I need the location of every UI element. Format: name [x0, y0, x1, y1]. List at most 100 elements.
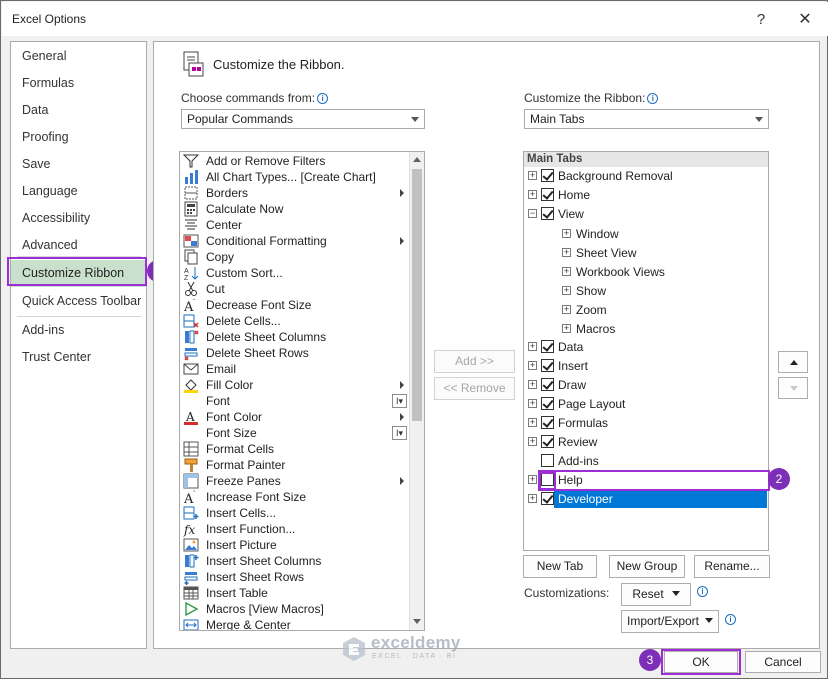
command-item[interactable]: Insert Table: [180, 585, 409, 601]
tab-checkbox[interactable]: [541, 207, 554, 220]
expand-icon[interactable]: +: [528, 361, 537, 370]
nav-item-general[interactable]: General: [11, 43, 146, 70]
command-item[interactable]: Merge & Center: [180, 617, 409, 630]
tree-item-home[interactable]: + Home: [524, 186, 768, 205]
nav-item-quick-access-toolbar[interactable]: Quick Access Toolbar: [11, 288, 146, 315]
commands-scrollbar[interactable]: [409, 152, 424, 630]
tree-item-developer[interactable]: + Developer: [524, 490, 768, 509]
tab-checkbox[interactable]: [541, 416, 554, 429]
command-item[interactable]: A ˆ Increase Font Size: [180, 489, 409, 505]
scroll-down-icon[interactable]: [413, 619, 421, 624]
tab-checkbox[interactable]: [541, 378, 554, 391]
expand-icon[interactable]: +: [528, 418, 537, 427]
new-group-button[interactable]: New Group: [609, 555, 685, 578]
command-item[interactable]: Fill Color: [180, 377, 409, 393]
nav-item-language[interactable]: Language: [11, 178, 146, 205]
expand-icon[interactable]: +: [528, 171, 537, 180]
expand-icon[interactable]: +: [528, 475, 537, 484]
info-icon[interactable]: i: [725, 614, 736, 625]
command-item[interactable]: A Font Color: [180, 409, 409, 425]
command-item[interactable]: Email: [180, 361, 409, 377]
tab-checkbox[interactable]: [541, 340, 554, 353]
expand-icon[interactable]: +: [562, 286, 571, 295]
scroll-thumb[interactable]: [412, 169, 422, 421]
command-item[interactable]: A Z Custom Sort...: [180, 265, 409, 281]
command-item[interactable]: Font I▾: [180, 393, 409, 409]
reset-button[interactable]: Reset: [621, 583, 691, 606]
tree-item-review[interactable]: + Review: [524, 433, 768, 452]
move-up-button[interactable]: [778, 351, 808, 373]
command-item[interactable]: Font Size I▾: [180, 425, 409, 441]
tree-item-add-ins[interactable]: Add-ins: [524, 452, 768, 471]
tree-item-view[interactable]: − View: [524, 205, 768, 224]
expand-icon[interactable]: +: [528, 342, 537, 351]
expand-icon[interactable]: +: [562, 267, 571, 276]
rename-button[interactable]: Rename...: [694, 555, 770, 578]
commands-list[interactable]: Add or Remove Filters All Chart Types... …: [179, 151, 425, 631]
command-item[interactable]: Format Painter: [180, 457, 409, 473]
command-item[interactable]: A ˇ Decrease Font Size: [180, 297, 409, 313]
command-item[interactable]: Borders: [180, 185, 409, 201]
command-item[interactable]: Add or Remove Filters: [180, 153, 409, 169]
command-item[interactable]: Delete Sheet Rows: [180, 345, 409, 361]
command-item[interactable]: Format Cells: [180, 441, 409, 457]
expand-icon[interactable]: +: [562, 229, 571, 238]
tree-item-show[interactable]: + Show: [524, 282, 768, 301]
command-item[interactable]: Copy: [180, 249, 409, 265]
tree-item-workbook-views[interactable]: + Workbook Views: [524, 263, 768, 282]
command-item[interactable]: Insert Cells...: [180, 505, 409, 521]
new-tab-button[interactable]: New Tab: [523, 555, 597, 578]
nav-item-advanced[interactable]: Advanced: [11, 232, 146, 259]
command-item[interactable]: Insert Picture: [180, 537, 409, 553]
nav-item-accessibility[interactable]: Accessibility: [11, 205, 146, 232]
nav-item-formulas[interactable]: Formulas: [11, 70, 146, 97]
tab-checkbox[interactable]: [541, 188, 554, 201]
tree-item-window[interactable]: + Window: [524, 225, 768, 244]
nav-item-save[interactable]: Save: [11, 151, 146, 178]
tab-checkbox[interactable]: [541, 435, 554, 448]
nav-item-data[interactable]: Data: [11, 97, 146, 124]
expand-icon[interactable]: +: [528, 494, 537, 503]
nav-item-proofing[interactable]: Proofing: [11, 124, 146, 151]
nav-item-trust-center[interactable]: Trust Center: [11, 344, 146, 371]
tab-checkbox[interactable]: [541, 359, 554, 372]
move-down-button[interactable]: [778, 377, 808, 399]
command-item[interactable]: Calculate Now: [180, 201, 409, 217]
command-item[interactable]: Cut: [180, 281, 409, 297]
command-item[interactable]: Conditional Formatting: [180, 233, 409, 249]
help-button[interactable]: ?: [746, 6, 776, 32]
command-item[interactable]: Center: [180, 217, 409, 233]
command-item[interactable]: Macros [View Macros]: [180, 601, 409, 617]
tree-item-macros[interactable]: + Macros: [524, 320, 768, 339]
choose-commands-select[interactable]: Popular Commands: [181, 109, 425, 129]
tree-item-page-layout[interactable]: + Page Layout: [524, 395, 768, 414]
expand-icon[interactable]: +: [528, 437, 537, 446]
info-icon[interactable]: i: [317, 93, 329, 104]
nav-item-add-ins[interactable]: Add-ins: [11, 317, 146, 344]
tab-checkbox[interactable]: [541, 454, 554, 467]
import-export-button[interactable]: Import/Export: [621, 610, 719, 633]
expand-icon[interactable]: +: [562, 324, 571, 333]
ribbon-tabs-tree[interactable]: Main Tabs + Background Removal + Home − View +…: [523, 151, 769, 551]
collapse-icon[interactable]: −: [528, 209, 537, 218]
tree-item-sheet-view[interactable]: + Sheet View: [524, 244, 768, 263]
cancel-button[interactable]: Cancel: [745, 651, 821, 673]
tree-item-zoom[interactable]: + Zoom: [524, 301, 768, 320]
command-item[interactable]: Freeze Panes: [180, 473, 409, 489]
expand-icon[interactable]: +: [528, 399, 537, 408]
remove-button[interactable]: << Remove: [434, 377, 515, 400]
command-item[interactable]: fx Insert Function...: [180, 521, 409, 537]
expand-icon[interactable]: +: [562, 305, 571, 314]
expand-icon[interactable]: +: [562, 248, 571, 257]
expand-icon[interactable]: +: [528, 380, 537, 389]
close-button[interactable]: ✕: [790, 6, 820, 32]
tab-checkbox[interactable]: [541, 169, 554, 182]
tab-checkbox[interactable]: [541, 397, 554, 410]
tree-item-data[interactable]: + Data: [524, 338, 768, 357]
command-item[interactable]: Delete Sheet Columns: [180, 329, 409, 345]
customize-ribbon-select[interactable]: Main Tabs: [524, 109, 769, 129]
command-item[interactable]: All Chart Types... [Create Chart]: [180, 169, 409, 185]
command-item[interactable]: Delete Cells...: [180, 313, 409, 329]
expand-icon[interactable]: +: [528, 190, 537, 199]
info-icon[interactable]: i: [647, 93, 659, 104]
